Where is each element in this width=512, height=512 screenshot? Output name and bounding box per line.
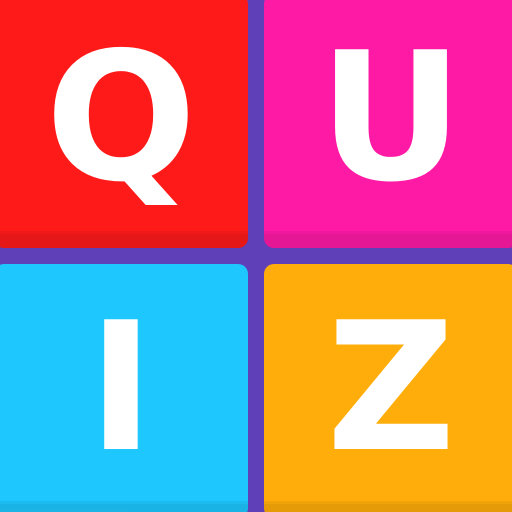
tile-u: U <box>264 0 512 248</box>
tile-q: Q <box>0 0 248 248</box>
tile-shade <box>264 234 512 248</box>
tile-shade <box>0 234 248 248</box>
tile-i: I <box>0 264 248 512</box>
tile-letter-z: Z <box>326 284 456 491</box>
tile-letter-i: I <box>87 284 155 491</box>
tile-shade <box>0 504 248 512</box>
quiz-app-icon: Q U I Z <box>0 0 512 512</box>
tile-letter-q: Q <box>45 14 197 221</box>
tile-letter-u: U <box>318 14 464 221</box>
tile-z: Z <box>264 264 512 512</box>
tile-shade <box>264 504 512 512</box>
